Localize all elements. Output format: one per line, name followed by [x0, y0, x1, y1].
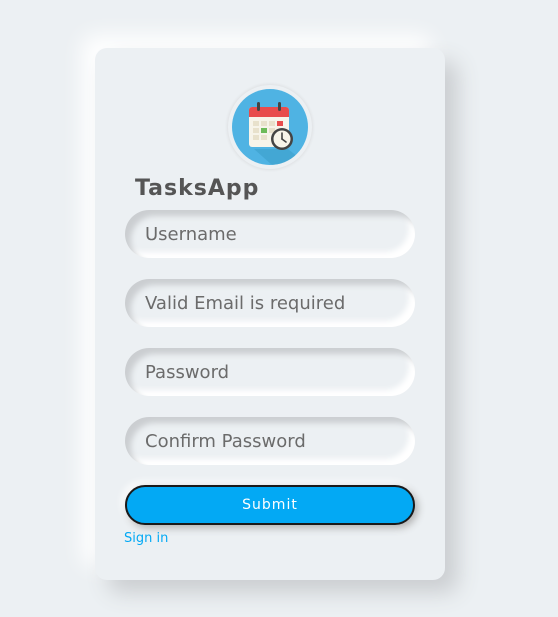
confirm-password-input[interactable] — [125, 417, 415, 465]
signup-card: TasksApp Submit Sign in — [95, 48, 445, 580]
email-input[interactable] — [125, 279, 415, 327]
password-input[interactable] — [125, 348, 415, 396]
app-logo — [228, 85, 312, 169]
app-title: TasksApp — [135, 176, 260, 201]
calendar-clock-icon — [232, 89, 308, 165]
signin-link[interactable]: Sign in — [124, 531, 168, 546]
submit-button[interactable]: Submit — [125, 485, 415, 525]
username-input[interactable] — [125, 210, 415, 258]
